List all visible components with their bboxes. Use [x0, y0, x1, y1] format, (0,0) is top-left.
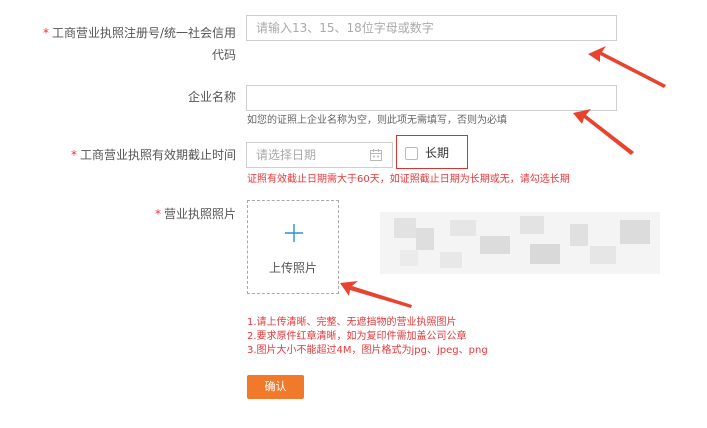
annotation-arrow — [340, 281, 412, 308]
annotation-arrows — [340, 46, 666, 308]
annotation-arrow — [573, 109, 634, 155]
annotation-arrow — [588, 46, 666, 88]
